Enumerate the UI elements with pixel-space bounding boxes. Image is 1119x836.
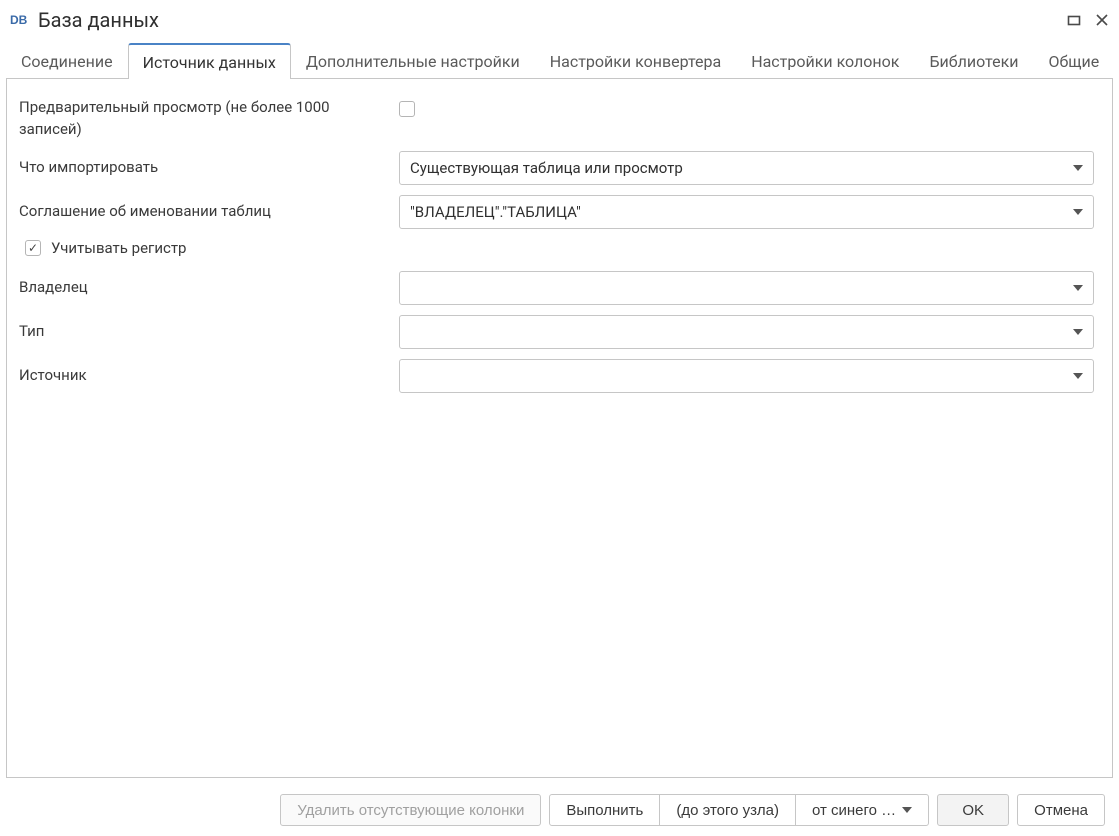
execute-until-node-button[interactable]: (до этого узла) [659,794,796,826]
chevron-down-icon [902,807,912,813]
owner-label: Владелец [19,277,399,299]
tabs-bar: Соединение Источник данных Дополнительны… [0,40,1119,78]
source-combo[interactable] [399,359,1094,393]
titlebar: DB База данных [0,0,1119,40]
close-icon[interactable] [1095,13,1109,27]
what-import-combo[interactable]: Существующая таблица или просмотр [399,151,1094,185]
restore-icon[interactable] [1067,13,1081,27]
tab-libraries[interactable]: Библиотеки [914,43,1033,78]
chevron-down-icon [1073,165,1083,171]
tab-columns[interactable]: Настройки колонок [736,43,914,78]
dialog-footer: Удалить отсутствующие колонки Выполнить … [0,784,1119,836]
what-import-label: Что импортировать [19,157,399,179]
datasource-panel: Предварительный просмотр (не более 1000 … [6,78,1113,778]
execute-button-group: Выполнить (до этого узла) от синего … [549,794,929,826]
chevron-down-icon [1073,285,1083,291]
remove-missing-columns-button[interactable]: Удалить отсутствующие колонки [280,794,541,826]
owner-combo[interactable] [399,271,1094,305]
execute-mode-value: от синего … [812,802,896,819]
tab-converter[interactable]: Настройки конвертера [535,43,736,78]
db-icon: DB [10,13,30,27]
naming-label: Соглашение об именовании таблиц [19,201,399,223]
tab-advanced[interactable]: Дополнительные настройки [291,43,535,78]
case-sensitive-checkbox[interactable] [25,240,41,256]
case-sensitive-label: Учитывать регистр [51,239,186,257]
svg-text:DB: DB [10,13,28,27]
chevron-down-icon [1073,329,1083,335]
window-title: База данных [38,8,1067,32]
tab-general[interactable]: Общие [1033,43,1114,78]
cancel-button[interactable]: Отмена [1017,794,1105,826]
dialog-window: DB База данных Соединение Источник данны… [0,0,1119,836]
execute-button[interactable]: Выполнить [549,794,660,826]
type-combo[interactable] [399,315,1094,349]
ok-button[interactable]: OK [937,794,1009,826]
execute-mode-dropdown[interactable]: от синего … [795,794,929,826]
chevron-down-icon [1073,209,1083,215]
tab-datasource[interactable]: Источник данных [128,43,291,79]
source-label: Источник [19,365,399,387]
preview-checkbox[interactable] [399,101,415,117]
type-label: Тип [19,321,399,343]
naming-value: "ВЛАДЕЛЕЦ"."ТАБЛИЦА" [410,203,581,221]
preview-label: Предварительный просмотр (не более 1000 … [19,97,399,141]
tab-connection[interactable]: Соединение [6,43,128,78]
naming-combo[interactable]: "ВЛАДЕЛЕЦ"."ТАБЛИЦА" [399,195,1094,229]
what-import-value: Существующая таблица или просмотр [410,159,683,177]
chevron-down-icon [1073,373,1083,379]
